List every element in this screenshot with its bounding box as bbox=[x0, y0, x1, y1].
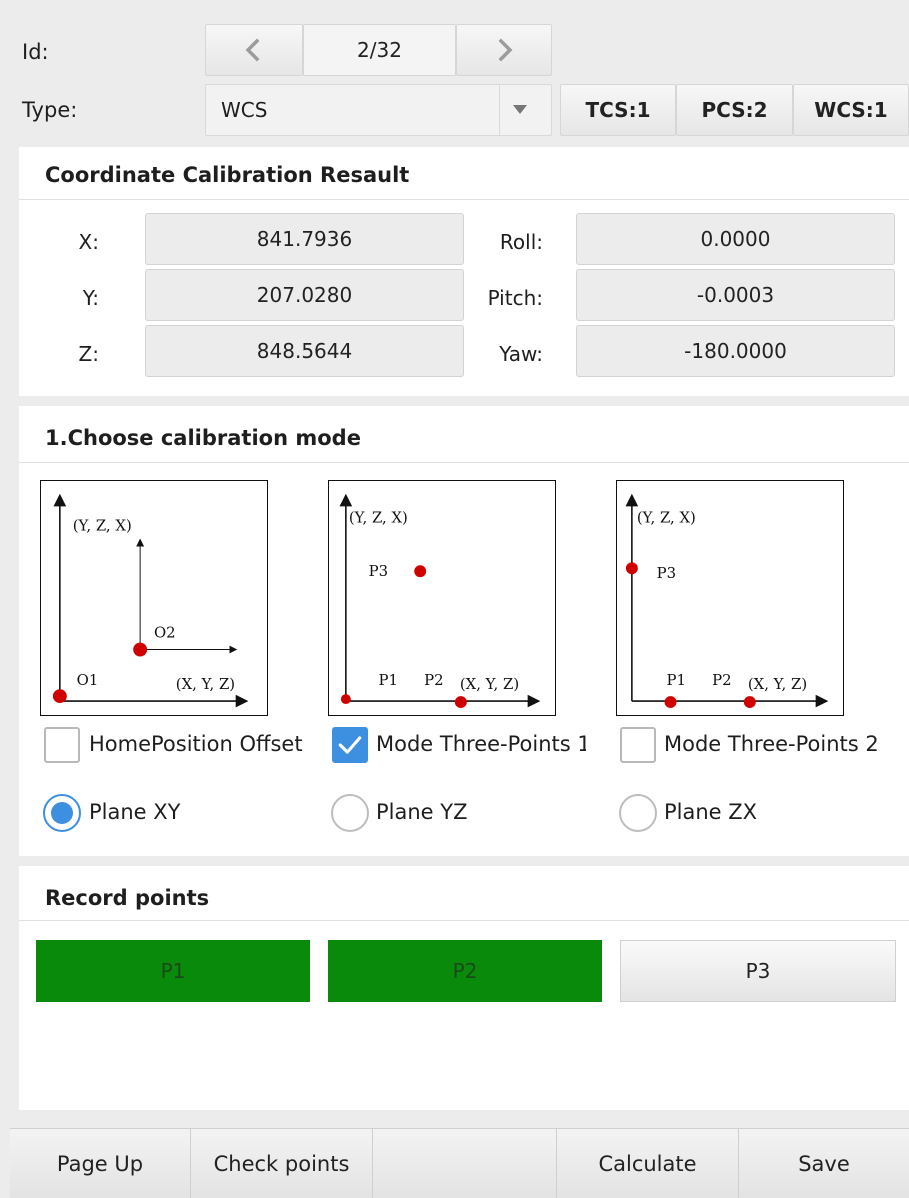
record-points-title: Record points bbox=[45, 886, 210, 910]
x-axis-label: (X, Y, Z) bbox=[748, 675, 807, 693]
caret-down-icon bbox=[513, 105, 527, 114]
p1-label: P1 bbox=[379, 671, 398, 689]
three-points-1-diagram[interactable]: (Y, Z, X) P3 P1 P2 (X, Y, Z) bbox=[328, 480, 556, 716]
o1-point bbox=[52, 689, 67, 704]
y-axis-label: (Y, Z, X) bbox=[349, 509, 408, 527]
p3-point bbox=[414, 565, 427, 578]
three-points-1-checkbox[interactable] bbox=[332, 727, 368, 763]
p2-label: P2 bbox=[712, 671, 731, 689]
p1-point bbox=[340, 694, 351, 705]
home-offset-label[interactable]: HomePosition Offset bbox=[89, 732, 313, 756]
calibration-result-panel: Coordinate Calibration Resault X: 841.79… bbox=[19, 147, 909, 396]
z-label: Z: bbox=[78, 342, 99, 366]
roll-value-field: 0.0000 bbox=[576, 213, 895, 265]
x-value-field: 841.7936 bbox=[145, 213, 464, 265]
type-select-divider bbox=[499, 85, 500, 135]
plane-yz-label[interactable]: Plane YZ bbox=[376, 800, 468, 824]
pitch-value-field: -0.0003 bbox=[576, 269, 895, 321]
p2-point bbox=[743, 696, 756, 709]
home-offset-diagram[interactable]: (Y, Z, X) O2 O1 (X, Y, Z) bbox=[40, 480, 268, 716]
calibration-result-title: Coordinate Calibration Resault bbox=[45, 163, 410, 187]
calibration-mode-panel: 1.Choose calibration mode (Y, Z, X) O2 O… bbox=[19, 406, 909, 856]
chevron-right-icon bbox=[498, 38, 513, 62]
y-value-field: 207.0280 bbox=[145, 269, 464, 321]
page-up-button[interactable]: Page Up bbox=[10, 1129, 191, 1198]
tcs-count-button[interactable]: TCS:1 bbox=[560, 84, 676, 136]
prev-id-button[interactable] bbox=[205, 24, 303, 76]
checkmark-icon bbox=[338, 736, 362, 754]
wcs-count-button[interactable]: WCS:1 bbox=[793, 84, 909, 136]
o1-label: O1 bbox=[77, 671, 99, 689]
y-axis-label: (Y, Z, X) bbox=[637, 509, 696, 527]
roll-label: Roll: bbox=[499, 230, 543, 254]
calculate-button[interactable]: Calculate bbox=[557, 1129, 739, 1198]
plane-zx-radio[interactable] bbox=[619, 794, 657, 832]
p3-label: P3 bbox=[369, 562, 388, 580]
home-offset-checkbox[interactable] bbox=[44, 727, 80, 763]
yaw-label: Yaw: bbox=[499, 342, 543, 366]
pitch-label: Pitch: bbox=[487, 286, 543, 310]
p2-point bbox=[454, 696, 467, 709]
chevron-left-icon bbox=[245, 38, 260, 62]
bottom-toolbar: Page Up Check points Calculate Save bbox=[10, 1128, 909, 1198]
x-label: X: bbox=[78, 230, 99, 254]
three-points-2-label[interactable]: Mode Three-Points 2 bbox=[664, 732, 890, 756]
three-points-1-label[interactable]: Mode Three-Points 1 bbox=[376, 732, 586, 756]
calibration-mode-title: 1.Choose calibration mode bbox=[45, 426, 361, 450]
next-id-button[interactable] bbox=[456, 24, 552, 76]
x-axis-label: (X, Y, Z) bbox=[176, 675, 235, 693]
id-label: Id: bbox=[22, 40, 49, 64]
three-points-1-diagram-graphic: (Y, Z, X) P3 P1 P2 (X, Y, Z) bbox=[339, 493, 541, 709]
x-axis-label: (X, Y, Z) bbox=[460, 675, 519, 693]
z-value-field: 848.5644 bbox=[145, 325, 464, 377]
type-select[interactable]: WCS bbox=[205, 84, 552, 136]
o2-label: O2 bbox=[154, 624, 176, 642]
id-value: 2/32 bbox=[303, 24, 456, 76]
pcs-count-button[interactable]: PCS:2 bbox=[676, 84, 793, 136]
p3-point bbox=[625, 562, 638, 575]
divider bbox=[19, 920, 909, 921]
record-p3-button[interactable]: P3 bbox=[620, 940, 896, 1002]
type-label: Type: bbox=[22, 98, 78, 122]
record-p1-button[interactable]: P1 bbox=[36, 940, 310, 1002]
type-select-value: WCS bbox=[221, 98, 268, 122]
divider bbox=[19, 462, 909, 463]
y-label: Y: bbox=[82, 286, 99, 310]
check-points-button[interactable]: Check points bbox=[191, 1129, 373, 1198]
save-button[interactable]: Save bbox=[739, 1129, 909, 1198]
y-axis-label: (Y, Z, X) bbox=[73, 517, 132, 535]
home-offset-diagram-graphic: (Y, Z, X) O2 O1 (X, Y, Z) bbox=[52, 493, 249, 708]
plane-xy-label[interactable]: Plane XY bbox=[89, 800, 181, 824]
yaw-value-field: -180.0000 bbox=[576, 325, 895, 377]
divider bbox=[19, 199, 909, 200]
three-points-2-diagram[interactable]: (Y, Z, X) P3 P1 P2 (X, Y, Z) bbox=[616, 480, 844, 716]
p1-point bbox=[664, 696, 677, 709]
p3-label: P3 bbox=[657, 564, 676, 582]
plane-xy-radio[interactable] bbox=[43, 794, 81, 832]
o2-point bbox=[133, 642, 148, 657]
blank-button[interactable] bbox=[373, 1129, 557, 1198]
plane-yz-radio[interactable] bbox=[331, 794, 369, 832]
p1-label: P1 bbox=[667, 671, 686, 689]
three-points-2-checkbox[interactable] bbox=[620, 727, 656, 763]
record-p2-button[interactable]: P2 bbox=[328, 940, 602, 1002]
plane-zx-label[interactable]: Plane ZX bbox=[664, 800, 757, 824]
three-points-2-diagram-graphic: (Y, Z, X) P3 P1 P2 (X, Y, Z) bbox=[625, 493, 829, 709]
p2-label: P2 bbox=[424, 671, 443, 689]
